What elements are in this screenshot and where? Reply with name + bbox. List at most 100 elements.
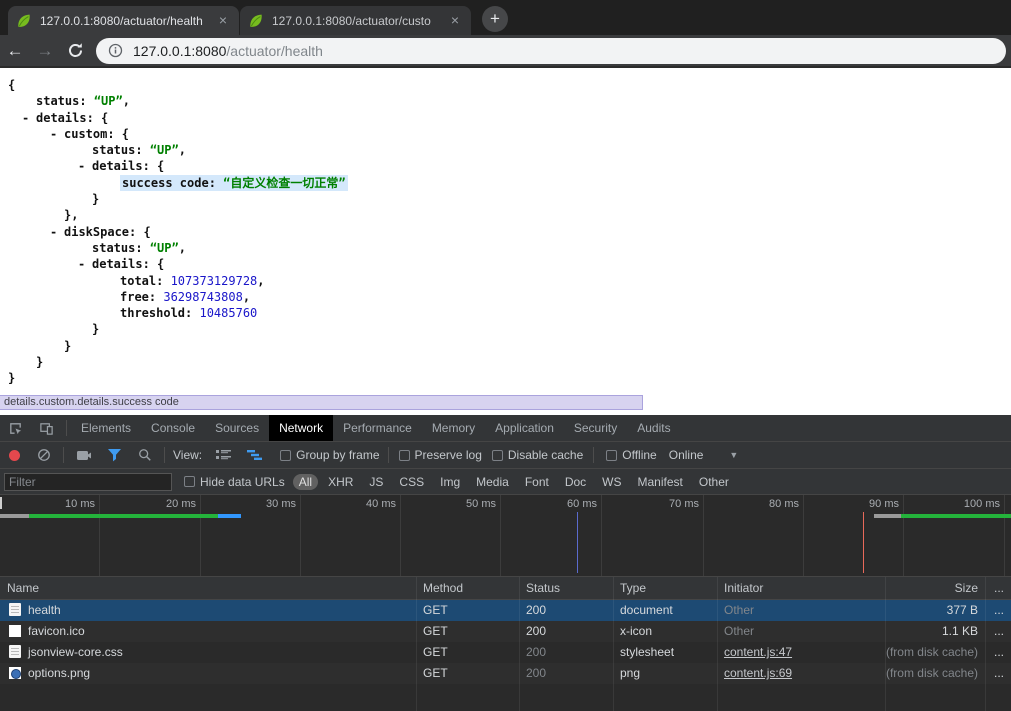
inspect-element-icon[interactable]: [0, 421, 31, 436]
column-header-type[interactable]: Type: [613, 578, 717, 599]
network-request-row[interactable]: options.pngGET200pngcontent.js:69(from d…: [0, 663, 1011, 684]
filter-pill-ws[interactable]: WS: [596, 474, 627, 490]
column-header-status[interactable]: Status: [519, 578, 613, 599]
tab-close-icon[interactable]: ×: [447, 13, 463, 29]
search-icon[interactable]: [130, 448, 160, 462]
clear-icon[interactable]: [29, 448, 59, 462]
network-request-row[interactable]: favicon.icoGET200x-iconOther1.1 KB...: [0, 621, 1011, 642]
filter-pill-all[interactable]: All: [293, 474, 318, 490]
collapse-toggle[interactable]: -: [78, 256, 92, 272]
timeline-gridline: [500, 495, 501, 576]
record-button[interactable]: [9, 450, 20, 461]
request-waterfall: ...: [985, 663, 1011, 684]
group-by-frame-checkbox[interactable]: [280, 450, 291, 461]
devtools-tab-audits[interactable]: Audits: [627, 415, 680, 441]
url-bar[interactable]: 127.0.0.1:8080/actuator/health: [96, 38, 1006, 64]
filter-pill-media[interactable]: Media: [470, 474, 515, 490]
devtools-tab-security[interactable]: Security: [564, 415, 627, 441]
request-status: 200: [519, 621, 613, 642]
column-header-method[interactable]: Method: [416, 578, 519, 599]
collapse-toggle[interactable]: -: [50, 224, 64, 240]
column-divider: [717, 577, 718, 711]
devtools-tab-sources[interactable]: Sources: [205, 415, 269, 441]
screenshot-icon[interactable]: [68, 449, 100, 462]
info-icon[interactable]: [108, 43, 123, 58]
collapse-toggle[interactable]: -: [22, 110, 36, 126]
timeline-gridline: [200, 495, 201, 576]
json-line: -diskSpace: {: [0, 224, 1011, 240]
request-initiator: content.js:69: [717, 663, 885, 684]
devtools-tab-memory[interactable]: Memory: [422, 415, 485, 441]
group-by-frame-label: Group by frame: [296, 448, 379, 462]
filter-pill-other[interactable]: Other: [693, 474, 735, 490]
collapse-toggle[interactable]: -: [78, 158, 92, 174]
table-header: NameMethodStatusTypeInitiatorSize...: [0, 577, 1011, 600]
timeline-tick-label: 20 ms: [166, 498, 200, 510]
timeline-tick-label: 10 ms: [65, 498, 99, 510]
request-type: x-icon: [613, 621, 717, 642]
request-method: GET: [416, 621, 519, 642]
devtools-tab-application[interactable]: Application: [485, 415, 564, 441]
browser-tab-custom[interactable]: 127.0.0.1:8080/actuator/custo ×: [240, 6, 471, 35]
network-request-table: NameMethodStatusTypeInitiatorSize... hea…: [0, 577, 1011, 711]
initiator-link[interactable]: content.js:69: [724, 666, 792, 680]
filter-pill-css[interactable]: CSS: [393, 474, 430, 490]
json-line: total: 107373129728,: [0, 273, 1011, 289]
column-header-initiator[interactable]: Initiator: [717, 578, 885, 599]
collapse-toggle[interactable]: -: [50, 126, 64, 142]
json-line: -custom: {: [0, 126, 1011, 142]
request-initiator: content.js:47: [717, 642, 885, 663]
chevron-down-icon[interactable]: ▼: [729, 450, 738, 460]
initiator-link[interactable]: content.js:47: [724, 645, 792, 659]
filter-pill-doc[interactable]: Doc: [559, 474, 592, 490]
url-path: /actuator/health: [226, 43, 323, 59]
filter-pill-manifest[interactable]: Manifest: [632, 474, 689, 490]
network-request-row[interactable]: healthGET200documentOther377 B...: [0, 600, 1011, 621]
browser-tab-health[interactable]: 127.0.0.1:8080/actuator/health ×: [8, 6, 239, 35]
devtools-tab-elements[interactable]: Elements: [71, 415, 141, 441]
url-host: 127.0.0.1:8080: [133, 43, 226, 59]
json-line: status: “UP”,: [0, 142, 1011, 158]
devtools-tab-performance[interactable]: Performance: [333, 415, 422, 441]
table-body: healthGET200documentOther377 B...favicon…: [0, 600, 1011, 684]
json-line: threshold: 10485760: [0, 305, 1011, 321]
new-tab-button[interactable]: +: [482, 6, 508, 32]
request-name: jsonview-core.css: [0, 642, 416, 663]
filter-input[interactable]: [4, 473, 172, 491]
page-content: {status: “UP”,-details: {-custom: {statu…: [0, 68, 1011, 415]
throttling-select[interactable]: Online: [669, 448, 704, 462]
request-method: GET: [416, 663, 519, 684]
reload-button[interactable]: [60, 42, 90, 59]
preserve-log-checkbox[interactable]: [399, 450, 410, 461]
filter-icon[interactable]: [100, 449, 130, 462]
json-line: },: [0, 207, 1011, 223]
large-rows-icon[interactable]: [208, 449, 239, 461]
disable-cache-checkbox[interactable]: [492, 450, 503, 461]
column-header-size[interactable]: Size: [885, 578, 985, 599]
show-overview-icon[interactable]: [239, 449, 270, 461]
overview-waterfall-bar: [0, 514, 29, 518]
offline-checkbox[interactable]: [606, 450, 617, 461]
reload-icon: [67, 42, 84, 59]
hide-data-urls-checkbox[interactable]: [184, 476, 195, 487]
forward-button[interactable]: →: [30, 41, 60, 61]
divider: [388, 447, 389, 463]
timeline-tick-label: 30 ms: [266, 498, 300, 510]
filter-pill-xhr[interactable]: XHR: [322, 474, 359, 490]
column-header-name[interactable]: Name: [0, 578, 416, 599]
back-button[interactable]: ←: [0, 41, 30, 61]
highlighted-json-value: success code: “自定义检查一切正常”: [120, 175, 348, 191]
network-overview-timeline[interactable]: 10 ms20 ms30 ms40 ms50 ms60 ms70 ms80 ms…: [0, 495, 1011, 577]
json-viewer: {status: “UP”,-details: {-custom: {statu…: [0, 68, 1011, 387]
devtools-tab-network[interactable]: Network: [269, 415, 333, 441]
json-line: status: “UP”,: [0, 93, 1011, 109]
filter-pill-font[interactable]: Font: [519, 474, 555, 490]
filter-pill-js[interactable]: JS: [363, 474, 389, 490]
device-toolbar-icon[interactable]: [31, 421, 62, 436]
devtools-tab-console[interactable]: Console: [141, 415, 205, 441]
filter-pill-img[interactable]: Img: [434, 474, 466, 490]
tab-close-icon[interactable]: ×: [215, 13, 231, 29]
json-line: {: [0, 77, 1011, 93]
network-request-row[interactable]: jsonview-core.cssGET200stylesheetcontent…: [0, 642, 1011, 663]
column-header-[interactable]: ...: [985, 578, 1011, 599]
